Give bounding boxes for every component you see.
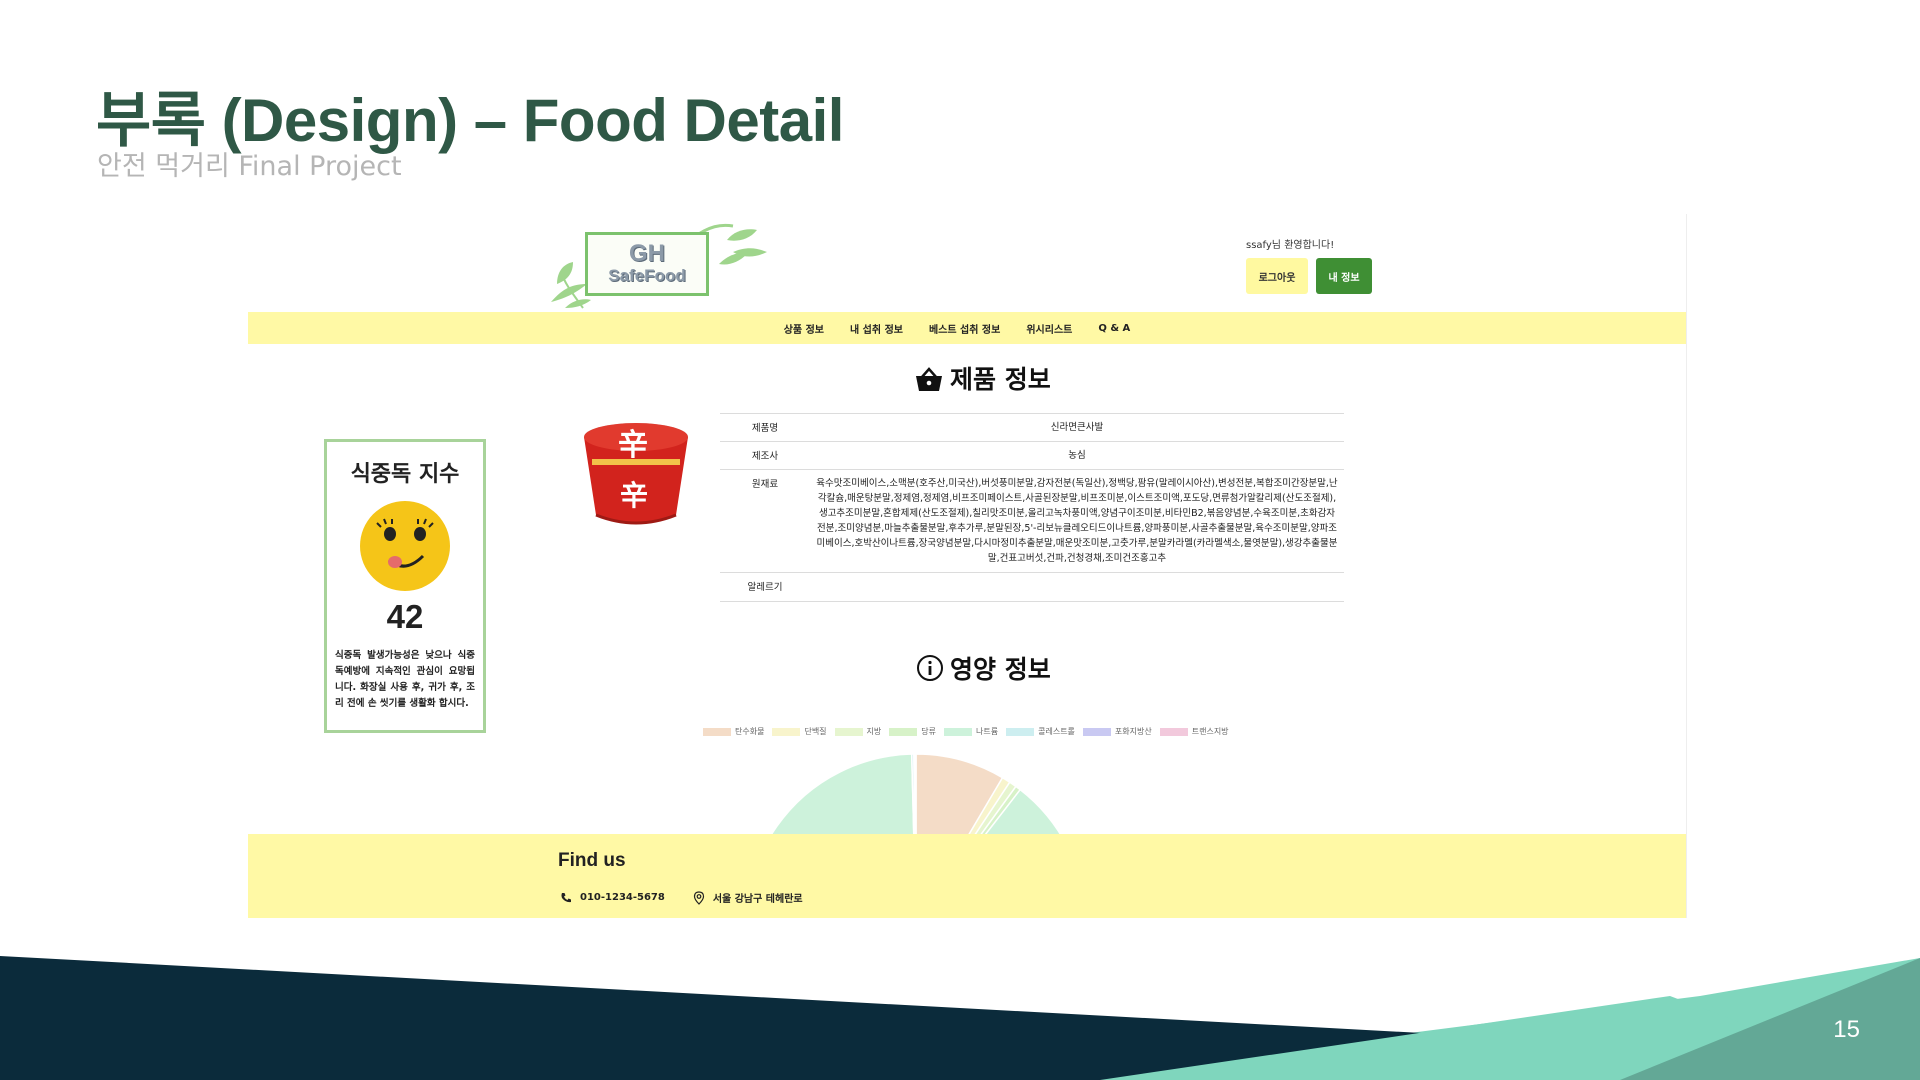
logo-text-safefood: SafeFood — [608, 266, 686, 285]
product-name-value: 신라면큰사발 — [810, 413, 1344, 442]
footer-contact: 010-1234-5678 서울 강남구 테헤란로 — [560, 890, 803, 905]
legend-label: 트랜스지방 — [1191, 727, 1229, 736]
footer-title: Find us — [558, 850, 626, 871]
maker-label: 제조사 — [720, 441, 810, 470]
table-row: 원재료 육수맛조미베이스,소맥분(호주산,미국산),버섯풍미분말,감자전분(독일… — [720, 469, 1344, 573]
legend-label: 탄수화물 — [735, 727, 765, 736]
table-row: 제품명 신라면큰사발 — [720, 413, 1344, 442]
allergy-label: 알레르기 — [720, 572, 810, 602]
legend-item[interactable]: 포화지방산 — [1082, 726, 1152, 737]
nav-item-wishlist[interactable]: 위시리스트 — [1026, 321, 1072, 336]
info-circle-icon — [917, 655, 943, 681]
food-poisoning-card: 식중독 지수 42 식중독 발생가능성은 낮으나 식중독예방에 지속적인 관심이… — [324, 439, 486, 733]
legend-label: 단백질 — [804, 727, 827, 736]
legend-swatch — [944, 727, 973, 736]
chart-legend: 탄수화물 단백질 지방 당류 나트륨 콜레스트롤 포화지방산 트랜스지방 — [703, 726, 1229, 737]
map-pin-icon — [693, 890, 704, 905]
nutrition-section-title: 영양 정보 — [916, 650, 1051, 686]
product-name-label: 제품명 — [720, 413, 810, 442]
site-logo[interactable]: GH SafeFood — [543, 218, 775, 314]
svg-text:辛: 辛 — [620, 479, 648, 512]
legend-item[interactable]: 당류 — [889, 726, 936, 737]
legend-item[interactable]: 지방 — [834, 726, 882, 737]
legend-label: 콜레스트롤 — [1038, 727, 1075, 736]
legend-swatch — [772, 727, 801, 736]
logout-button[interactable]: 로그아웃 — [1246, 258, 1308, 294]
legend-label: 지방 — [866, 727, 882, 736]
legend-item[interactable]: 단백질 — [772, 726, 827, 737]
basket-icon — [916, 367, 942, 391]
logo-text-gh: GH — [629, 240, 665, 267]
phone-icon — [561, 892, 571, 902]
legend-swatch — [1006, 727, 1035, 736]
legend-item[interactable]: 탄수화물 — [703, 726, 764, 737]
table-row: 제조사 농심 — [720, 441, 1344, 470]
nav-item-product-info[interactable]: 상품 정보 — [784, 321, 824, 336]
svg-text:辛: 辛 — [618, 428, 648, 463]
logo-box: GH SafeFood — [585, 232, 709, 296]
site-footer: Find us 010-1234-5678 서울 강남구 테헤란로 — [248, 834, 1686, 918]
ingredients-value: 육수맛조미베이스,소맥분(호주산,미국산),버섯풍미분말,감자전분(독일산),정… — [810, 469, 1344, 573]
footer-address[interactable]: 서울 강남구 테헤란로 — [713, 890, 803, 905]
my-info-button[interactable]: 내 정보 — [1316, 258, 1372, 294]
nutrition-section-label: 영양 정보 — [950, 655, 1051, 684]
main-nav: 상품 정보 내 섭취 정보 베스트 섭취 정보 위시리스트 Q & A — [248, 312, 1686, 344]
product-section-title: 제품 정보 — [914, 360, 1051, 396]
nav-item-my-intake[interactable]: 내 섭취 정보 — [850, 321, 903, 336]
web-screenshot: GH SafeFood ssafy님 환영합니다! 로그아웃 내 정보 상품 정… — [248, 214, 1687, 918]
legend-swatch — [889, 727, 918, 736]
table-row: 알레르기 — [720, 572, 1344, 602]
legend-swatch — [1082, 727, 1111, 736]
welcome-text: ssafy님 환영합니다! — [1246, 240, 1335, 251]
legend-item[interactable]: 트랜스지방 — [1159, 726, 1229, 737]
nav-item-qna[interactable]: Q & A — [1098, 323, 1130, 334]
user-area: ssafy님 환영합니다! 로그아웃 내 정보 — [1246, 236, 1372, 294]
legend-label: 포화지방산 — [1114, 727, 1152, 736]
page-number: 15 — [1833, 1016, 1860, 1043]
footer-phone[interactable]: 010-1234-5678 — [580, 892, 665, 903]
ramen-cup-image: 辛 辛 — [584, 423, 688, 525]
legend-swatch — [703, 727, 731, 736]
product-info-table: 제품명 신라면큰사발 제조사 농심 원재료 육수맛조미베이스,소맥분(호주산,미… — [720, 413, 1344, 602]
slide-subtitle: 안전 먹거리 Final Project — [97, 151, 402, 182]
food-poisoning-description: 식중독 발생가능성은 낮으나 식중독예방에 지속적인 관심이 요망됩니다. 화장… — [335, 650, 475, 709]
food-poisoning-value: 42 — [386, 598, 424, 635]
food-poisoning-title: 식중독 지수 — [350, 462, 460, 487]
allergy-value — [810, 572, 1344, 602]
legend-item[interactable]: 나트륨 — [944, 726, 998, 737]
maker-value: 농심 — [810, 441, 1344, 470]
legend-item[interactable]: 콜레스트롤 — [1006, 726, 1075, 737]
legend-swatch — [834, 727, 863, 736]
legend-label: 나트륨 — [976, 727, 999, 736]
nav-item-best-intake[interactable]: 베스트 섭취 정보 — [929, 321, 1000, 336]
legend-swatch — [1159, 727, 1188, 736]
legend-label: 당류 — [921, 727, 937, 736]
product-section-label: 제품 정보 — [950, 365, 1051, 394]
smiley-face-icon — [360, 501, 450, 591]
ingredients-label: 원재료 — [720, 469, 810, 573]
